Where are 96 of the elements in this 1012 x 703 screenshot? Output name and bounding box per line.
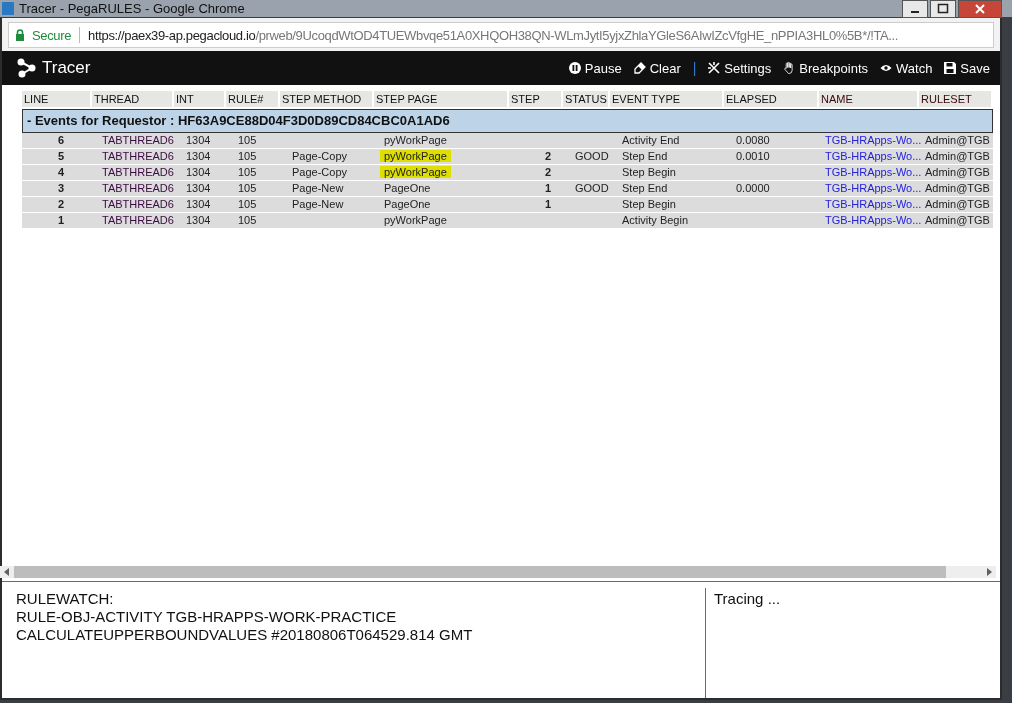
trace-row[interactable]: 5 TABTHREAD6 1304 105 Page-Copy pyWorkPage 2 GOOD Step End 0.0010 TGB-HRApps-Wo... Admin@TGB xyxy=(22,149,993,165)
table-cell: Step End xyxy=(622,182,668,194)
table-cell: 5 xyxy=(57,150,64,162)
tracing-status: Tracing ... xyxy=(714,590,782,608)
table-cell: 105 xyxy=(238,182,257,194)
column-header[interactable]: RULESET xyxy=(919,91,993,107)
table-cell: 2 xyxy=(544,166,551,178)
column-header[interactable]: INT xyxy=(174,91,226,107)
address-bar[interactable]: Secure https://paex39-ap.pegacloud.io/prweb/9UcoqdWtOD4TUEWbvqe51A0XHQOH38QN-WLmJytI5yjxZhlaYGleS6AIwIZcVfgHE_nPPIA3HL0%5B*/!TA... xyxy=(8,22,994,48)
rule-name-link[interactable]: TGB-HRApps-Wo... xyxy=(825,198,922,210)
rulewatch-text: CALCULATEUPPERBOUNDVALUES #20180806T064529.814 GMT xyxy=(16,626,474,644)
column-header[interactable]: STEP xyxy=(509,91,563,107)
rule-name-link[interactable]: TGB-HRApps-Wo... xyxy=(825,214,922,226)
column-header[interactable]: RULE# xyxy=(226,91,280,107)
table-cell: Admin@TGB xyxy=(925,214,990,226)
table-cell: Step Begin xyxy=(622,198,676,210)
table-cell: 2 xyxy=(57,198,64,210)
table-cell: Page-Copy xyxy=(292,150,348,162)
table-cell: 1304 xyxy=(186,198,211,210)
table-cell: 1304 xyxy=(186,166,211,178)
window-title: Tracer - PegaRULES - Google Chrome xyxy=(19,1,245,16)
rule-name-link[interactable]: TGB-HRApps-Wo... xyxy=(825,150,922,162)
column-header[interactable]: STEP METHOD xyxy=(280,91,374,107)
table-cell: 105 xyxy=(238,134,257,146)
rulewatch-text: RULEWATCH: xyxy=(16,590,115,608)
table-cell: 0.0010 xyxy=(736,150,770,162)
table-cell: 1304 xyxy=(186,214,211,226)
table-cell: Step Begin xyxy=(622,166,676,178)
table-cell: 1304 xyxy=(186,134,211,146)
column-header[interactable]: THREAD xyxy=(92,91,174,107)
table-cell: Activity Begin xyxy=(622,214,689,226)
table-cell: 1 xyxy=(57,214,64,226)
trace-row[interactable]: 3 TABTHREAD6 1304 105 Page-New PageOne 1 GOOD Step End 0.0000 TGB-HRApps-Wo... Admin@TGB xyxy=(22,181,993,197)
secure-label: Secure xyxy=(32,27,72,43)
clear-button[interactable]: Clear xyxy=(633,60,681,76)
table-cell: 105 xyxy=(238,214,257,226)
table-cell: 1304 xyxy=(186,182,211,194)
table-cell: pyWorkPage xyxy=(380,166,451,178)
trace-row[interactable]: 4 TABTHREAD6 1304 105 Page-Copy pyWorkPage 2 Step Begin TGB-HRApps-Wo... Admin@TGB xyxy=(22,165,993,181)
table-cell: GOOD xyxy=(575,182,609,194)
column-header[interactable]: ELAPSED xyxy=(724,91,819,107)
table-cell: pyWorkPage xyxy=(380,150,451,162)
table-cell: GOOD xyxy=(575,150,609,162)
table-cell: TABTHREAD6 xyxy=(102,166,174,178)
breakpoints-button[interactable]: Breakpoints xyxy=(783,60,868,76)
settings-button[interactable]: Settings xyxy=(708,60,772,76)
rule-name-link[interactable]: TGB-HRApps-Wo... xyxy=(825,166,922,178)
table-cell: 6 xyxy=(57,134,64,146)
table-cell: 1 xyxy=(544,182,551,194)
table-cell: Admin@TGB xyxy=(925,182,990,194)
column-header[interactable]: STATUS xyxy=(563,91,610,107)
table-cell: Admin@TGB xyxy=(925,166,990,178)
table-cell: 1 xyxy=(544,198,551,210)
trace-row[interactable]: 1 TABTHREAD6 1304 105 pyWorkPage Activity Begin TGB-HRApps-Wo... Admin@TGB xyxy=(22,213,993,229)
table-cell: TABTHREAD6 xyxy=(102,134,174,146)
table-cell: 2 xyxy=(544,150,551,162)
table-cell: 1304 xyxy=(186,150,211,162)
column-header[interactable]: LINE xyxy=(22,91,92,107)
table-cell: Page-New xyxy=(292,182,344,194)
column-header[interactable]: STEP PAGE xyxy=(374,91,509,107)
column-header[interactable]: NAME xyxy=(819,91,919,107)
table-cell: 3 xyxy=(57,182,64,194)
table-cell: pyWorkPage xyxy=(384,134,447,146)
table-cell: TABTHREAD6 xyxy=(102,214,174,226)
table-cell: TABTHREAD6 xyxy=(102,198,174,210)
save-button[interactable]: Save xyxy=(944,60,990,76)
table-cell: Admin@TGB xyxy=(925,134,990,146)
pause-button[interactable]: Pause xyxy=(568,60,622,76)
table-cell: Page-Copy xyxy=(292,166,348,178)
trace-row[interactable]: 6 TABTHREAD6 1304 105 pyWorkPage Activity End 0.0080 TGB-HRApps-Wo... Admin@TGB xyxy=(22,133,993,149)
table-cell: pyWorkPage xyxy=(384,214,447,226)
table-cell: 0.0080 xyxy=(736,134,770,146)
table-cell: Admin@TGB xyxy=(925,150,990,162)
table-cell: 105 xyxy=(238,198,257,210)
requestor-group-header[interactable]: - Events for Requestor : HF63A9CE88D04F3D0D89CD84CBC0A1AD6 xyxy=(22,109,993,133)
rulewatch-text: RULE-OBJ-ACTIVITY TGB-HRAPPS-WORK-PRACTICE xyxy=(16,608,398,626)
table-cell: 4 xyxy=(57,166,64,178)
watch-button[interactable]: Watch xyxy=(880,60,933,76)
table-cell: 105 xyxy=(238,166,257,178)
table-cell: TABTHREAD6 xyxy=(102,150,174,162)
column-header[interactable]: EVENT TYPE xyxy=(610,91,724,107)
table-cell: Activity End xyxy=(622,134,680,146)
toolbar-separator: | xyxy=(692,60,697,76)
table-cell: Admin@TGB xyxy=(925,198,990,210)
table-cell: PageOne xyxy=(384,198,431,210)
table-cell: 0.0000 xyxy=(736,182,770,194)
tracer-title: Tracer xyxy=(42,58,91,78)
rule-name-link[interactable]: TGB-HRApps-Wo... xyxy=(825,134,922,146)
table-cell: 105 xyxy=(238,150,257,162)
rule-name-link[interactable]: TGB-HRApps-Wo... xyxy=(825,182,922,194)
table-cell: TABTHREAD6 xyxy=(102,182,174,194)
table-cell: Page-New xyxy=(292,198,344,210)
url-text: https://paex39-ap.pegacloud.io/prweb/9UcoqdWtOD4TUEWbvqe51A0XHQOH38QN-WLmJytI5yjxZhlaYGleS6AIwIZcVfgHE_nPPIA3HL0%5B*/!TA... xyxy=(88,27,899,43)
trace-row[interactable]: 2 TABTHREAD6 1304 105 Page-New PageOne 1 Step Begin TGB-HRApps-Wo... Admin@TGB xyxy=(22,197,993,213)
table-cell: PageOne xyxy=(384,182,431,194)
table-cell: Step End xyxy=(622,150,668,162)
